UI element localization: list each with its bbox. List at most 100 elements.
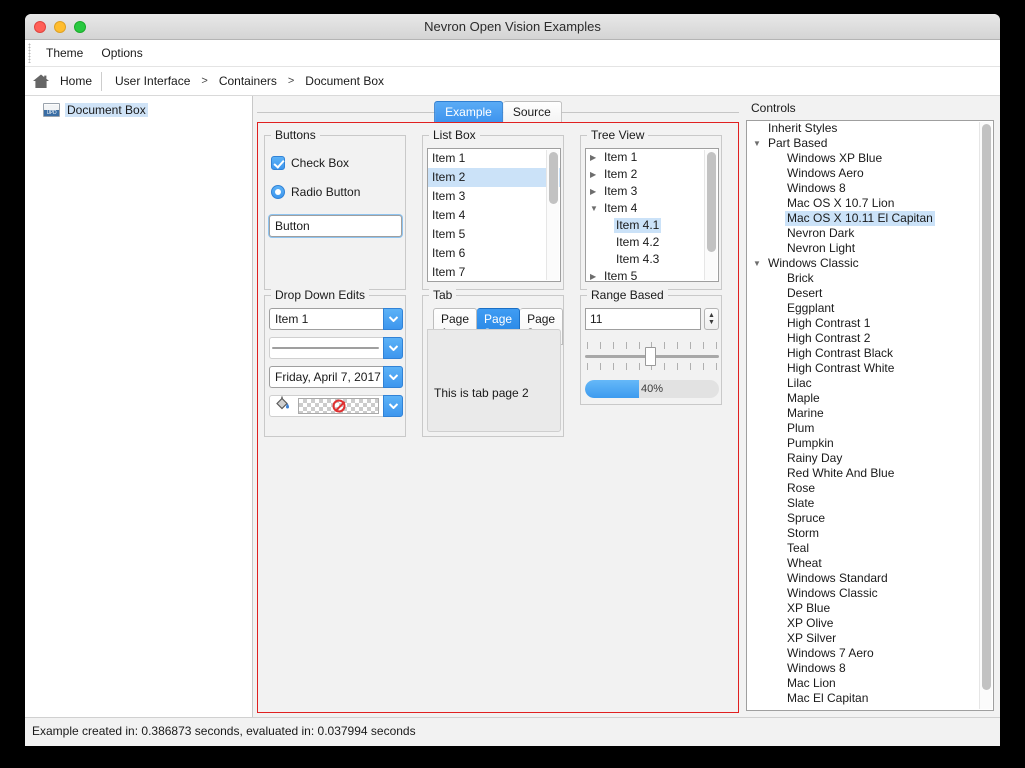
sidebar-item-document-box[interactable]: Document Box — [25, 101, 252, 119]
controls-tree-item[interactable]: Teal — [747, 541, 993, 556]
controls-tree-item[interactable]: Eggplant — [747, 301, 993, 316]
chevron-down-icon[interactable]: ▼ — [590, 201, 602, 216]
push-button[interactable]: Button — [269, 215, 402, 237]
controls-tree-item[interactable]: High Contrast Black — [747, 346, 993, 361]
controls-tree-item[interactable]: XP Olive — [747, 616, 993, 631]
controls-tree-scrollbar-thumb[interactable] — [982, 124, 991, 690]
controls-tree-item[interactable]: ▼Windows Classic — [747, 256, 993, 271]
list-item[interactable]: Item 2 — [428, 168, 560, 187]
controls-tree-item[interactable]: Nevron Light — [747, 241, 993, 256]
slider-thumb[interactable] — [645, 347, 656, 366]
controls-tree-item[interactable]: Windows 8 — [747, 661, 993, 676]
list-item[interactable]: Item 4 — [428, 206, 560, 225]
controls-tree-item[interactable]: Desert — [747, 286, 993, 301]
chevron-right-icon[interactable]: ▶ — [590, 269, 602, 282]
tree-item[interactable]: Item 4.1 — [586, 217, 718, 234]
chevron-down-icon[interactable] — [383, 366, 403, 388]
chevron-down-icon[interactable]: ▼ — [708, 320, 715, 326]
chevron-down-icon[interactable]: ▼ — [753, 256, 766, 271]
tree-item[interactable]: Item 4.2 — [586, 234, 718, 251]
controls-tree-item[interactable]: Plum — [747, 421, 993, 436]
numeric-up-down-value[interactable]: 11 — [585, 308, 701, 330]
tree-item[interactable]: ▶ Item 3 — [586, 183, 718, 200]
combo-box-item[interactable]: Item 1 — [269, 308, 403, 330]
controls-tree-item[interactable]: Windows 7 Aero — [747, 646, 993, 661]
controls-tree-item[interactable]: High Contrast 1 — [747, 316, 993, 331]
list-item[interactable]: Item 6 — [428, 244, 560, 263]
controls-tree-item[interactable]: Maple — [747, 391, 993, 406]
controls-tree-item[interactable]: High Contrast 2 — [747, 331, 993, 346]
controls-tree-item[interactable]: XP Silver — [747, 631, 993, 646]
controls-tree-item[interactable]: XP Blue — [747, 601, 993, 616]
chevron-down-icon[interactable] — [383, 337, 403, 359]
radio-button-control[interactable]: Radio Button — [271, 185, 360, 199]
tab-example[interactable]: Example — [434, 101, 503, 124]
controls-tree-item[interactable]: Windows Aero — [747, 166, 993, 181]
controls-tree-item[interactable]: Mac OS X 10.11 El Capitan — [747, 211, 993, 226]
check-box-control[interactable]: Check Box — [271, 156, 349, 170]
numeric-up-down[interactable]: 11 ▲ ▼ — [585, 308, 719, 330]
combo-box-empty-field[interactable] — [269, 337, 383, 359]
controls-tree-item[interactable]: Brick — [747, 271, 993, 286]
tree-item[interactable]: ▶ Item 2 — [586, 166, 718, 183]
breadcrumb-document-box[interactable]: Document Box — [301, 74, 388, 88]
controls-tree-item[interactable]: Marine — [747, 406, 993, 421]
color-picker-field[interactable] — [269, 395, 383, 417]
breadcrumb-home[interactable]: Home — [56, 74, 96, 88]
controls-tree-item[interactable]: Spruce — [747, 511, 993, 526]
color-picker[interactable] — [269, 395, 403, 417]
controls-tree-item[interactable]: Storm — [747, 526, 993, 541]
list-item[interactable]: Item 1 — [428, 149, 560, 168]
controls-tree-item[interactable]: Lilac — [747, 376, 993, 391]
controls-tree-item[interactable]: Inherit Styles — [747, 121, 993, 136]
menu-item-options[interactable]: Options — [92, 43, 151, 63]
list-box[interactable]: Item 1 Item 2 Item 3 Item 4 Item 5 Item … — [427, 148, 561, 282]
list-item[interactable]: Item 7 — [428, 263, 560, 282]
controls-tree-item[interactable]: Mac OS X 10.7 Lion — [747, 196, 993, 211]
controls-tree-item[interactable]: Rainy Day — [747, 451, 993, 466]
controls-tree[interactable]: Inherit Styles▼Part BasedWindows XP Blue… — [746, 120, 994, 711]
controls-tree-item[interactable]: Windows Standard — [747, 571, 993, 586]
chevron-up-icon[interactable]: ▲ — [708, 313, 715, 319]
controls-tree-item[interactable]: Windows XP Blue — [747, 151, 993, 166]
controls-tree-item[interactable]: Pumpkin — [747, 436, 993, 451]
controls-tree-item[interactable]: Windows 8 — [747, 181, 993, 196]
breadcrumb-containers[interactable]: Containers — [215, 74, 281, 88]
chevron-down-icon[interactable] — [383, 308, 403, 330]
list-box-scrollbar[interactable] — [546, 150, 559, 280]
controls-tree-item[interactable]: Mac Lion — [747, 676, 993, 691]
tree-item[interactable]: Item 4.3 — [586, 251, 718, 268]
tree-item[interactable]: ▶ Item 5 — [586, 268, 718, 282]
controls-tree-item[interactable]: Wheat — [747, 556, 993, 571]
chevron-right-icon[interactable]: ▶ — [590, 167, 602, 182]
controls-tree-item[interactable]: Rose — [747, 481, 993, 496]
tree-view-scrollbar[interactable] — [704, 150, 717, 280]
controls-tree-item[interactable]: High Contrast White — [747, 361, 993, 376]
controls-tree-scrollbar[interactable] — [979, 122, 992, 709]
controls-tree-item[interactable]: Slate — [747, 496, 993, 511]
list-item[interactable]: Item 5 — [428, 225, 560, 244]
tree-item[interactable]: ▼ Item 4 — [586, 200, 718, 217]
controls-tree-item[interactable]: Red White And Blue — [747, 466, 993, 481]
controls-tree-item[interactable]: ▼Part Based — [747, 136, 993, 151]
chevron-down-icon[interactable]: ▼ — [753, 136, 766, 151]
numeric-up-down-buttons[interactable]: ▲ ▼ — [704, 308, 719, 330]
controls-tree-item[interactable]: Windows Classic — [747, 586, 993, 601]
combo-box-empty-value[interactable] — [272, 347, 379, 349]
controls-tree-item[interactable]: Nevron Dark — [747, 226, 993, 241]
chevron-right-icon[interactable]: ▶ — [590, 184, 602, 199]
tab-source[interactable]: Source — [503, 101, 562, 124]
date-picker-value[interactable]: Friday, April 7, 2017 — [269, 366, 383, 388]
chevron-down-icon[interactable] — [383, 395, 403, 417]
controls-tree-item[interactable]: Mac El Capitan — [747, 691, 993, 706]
tree-item[interactable]: ▶ Item 1 — [586, 149, 718, 166]
combo-box-value[interactable]: Item 1 — [269, 308, 383, 330]
list-item[interactable]: Item 3 — [428, 187, 560, 206]
slider-control[interactable] — [585, 338, 719, 374]
chevron-right-icon[interactable]: ▶ — [590, 150, 602, 165]
list-box-scrollbar-thumb[interactable] — [549, 152, 558, 204]
breadcrumb-user-interface[interactable]: User Interface — [111, 74, 194, 88]
combo-box-empty[interactable] — [269, 337, 403, 359]
tree-view-scrollbar-thumb[interactable] — [707, 152, 716, 252]
menu-item-theme[interactable]: Theme — [37, 43, 92, 63]
